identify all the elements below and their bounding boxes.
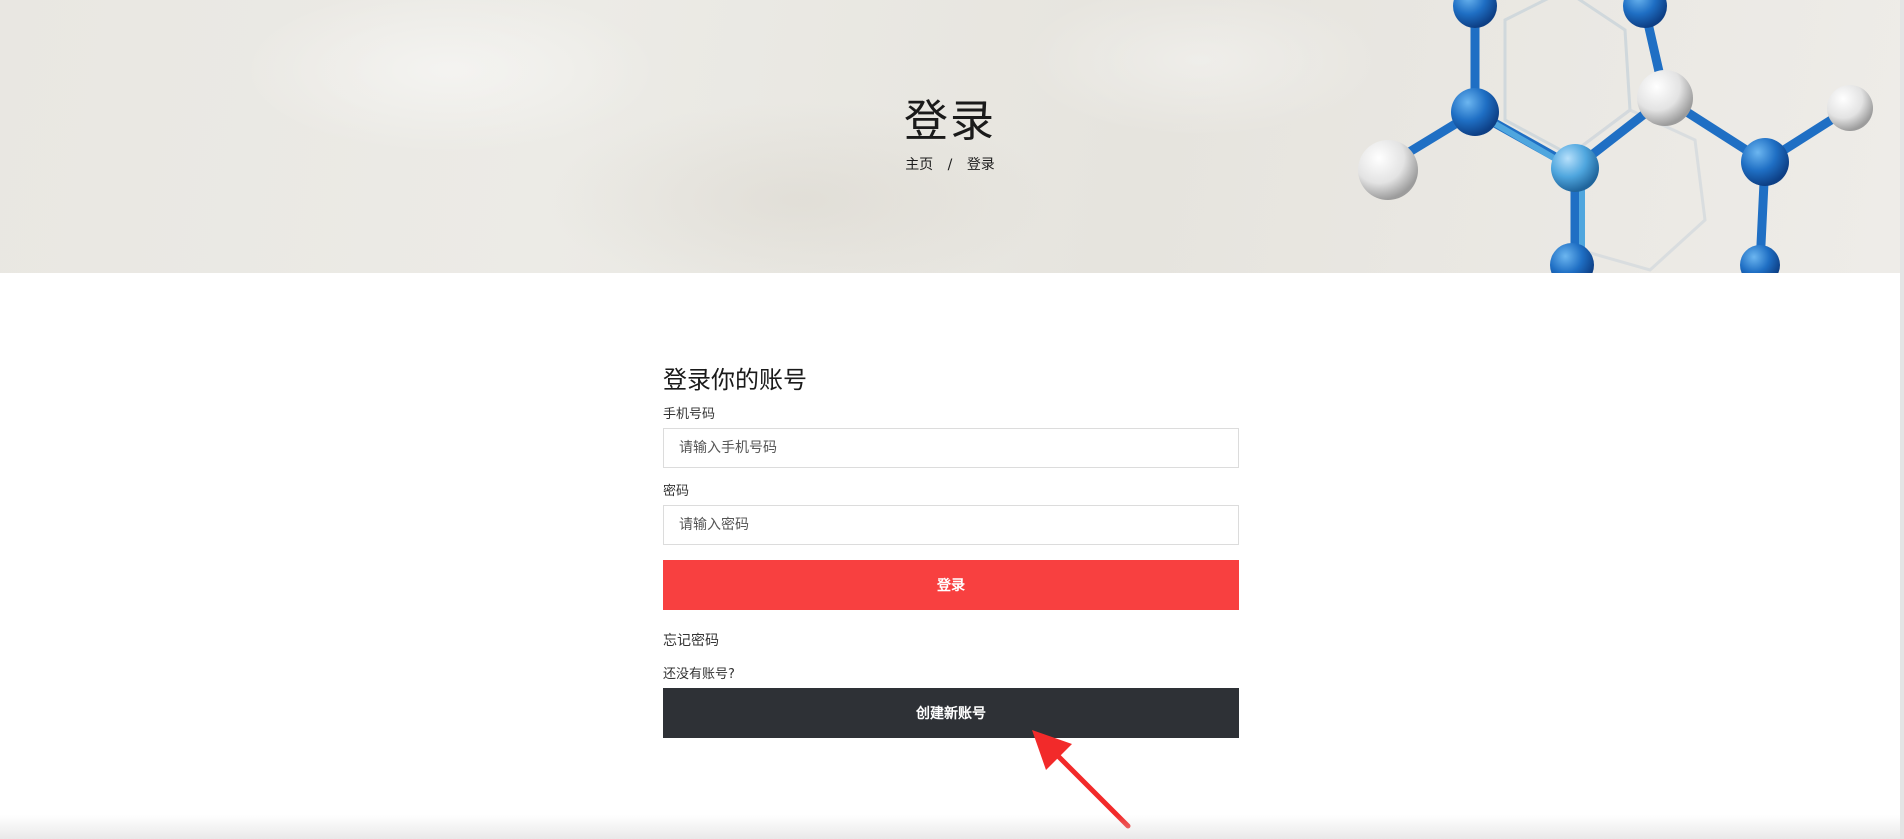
breadcrumb-home-link[interactable]: 主页 [905, 157, 933, 173]
bottom-shade [0, 815, 1904, 839]
window-right-edge [1900, 0, 1904, 839]
page-title: 登录 [904, 96, 996, 147]
no-account-text: 还没有账号? [663, 667, 735, 682]
login-page: 登录 主页 / 登录 登录你的账号 手机号码 密码 登录 忘记密码 还没有账号?… [0, 0, 1904, 839]
hero-banner: 登录 主页 / 登录 [0, 0, 1900, 273]
breadcrumb: 主页 / 登录 [0, 154, 1900, 176]
login-button[interactable]: 登录 [663, 560, 1239, 610]
form-heading: 登录你的账号 [663, 366, 807, 394]
breadcrumb-separator: / [947, 157, 953, 173]
forgot-password-link[interactable]: 忘记密码 [663, 630, 1239, 652]
password-input[interactable] [663, 505, 1239, 545]
breadcrumb-current: 登录 [966, 157, 995, 173]
phone-label: 手机号码 [663, 407, 716, 422]
create-account-button[interactable]: 创建新账号 [663, 688, 1239, 738]
login-form: 登录你的账号 手机号码 密码 登录 忘记密码 还没有账号? 创建新账号 [663, 362, 1239, 738]
password-group: 密码 [663, 482, 1239, 545]
phone-input[interactable] [663, 428, 1239, 468]
password-label: 密码 [663, 484, 690, 499]
